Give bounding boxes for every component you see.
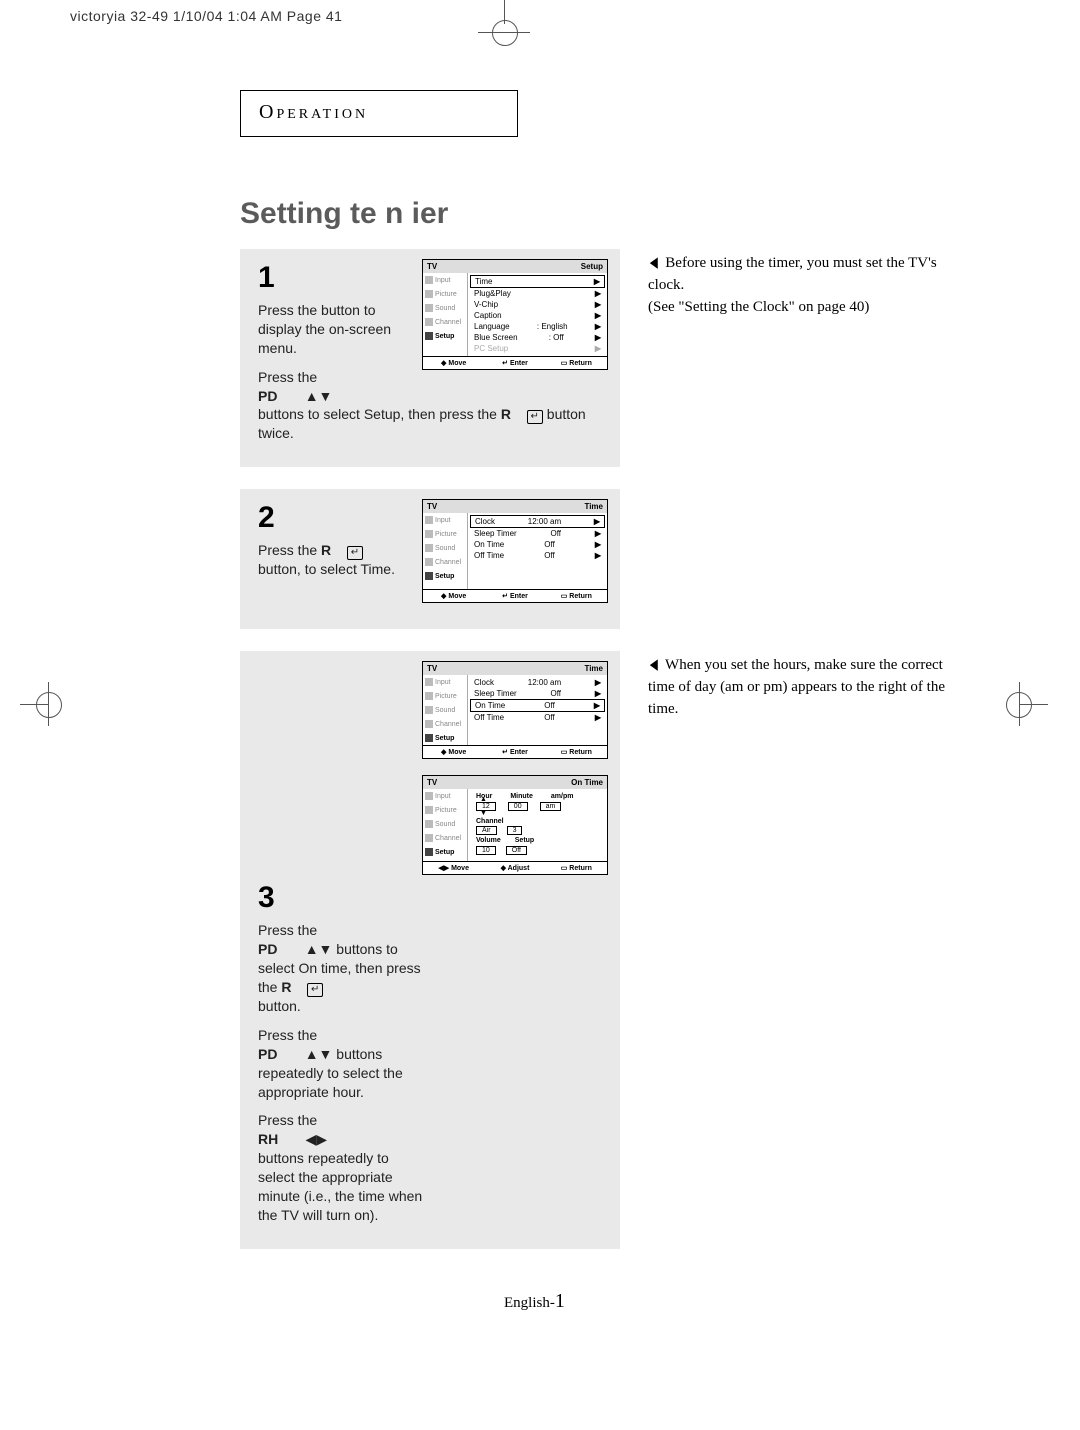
osd-ontime-detail: TV On Time Input Picture Sound Channel S… bbox=[422, 775, 608, 875]
note-caret-icon: ◀ bbox=[650, 655, 658, 677]
osd-time-menu-ontime: TV Time Input Picture Sound Channel Setu… bbox=[422, 661, 608, 759]
page-content: Operation Setting te n ier TV Setup Inpu… bbox=[80, 90, 1000, 1271]
step1-block: TV Setup Input Picture Sound Channel Set… bbox=[240, 249, 620, 467]
enter-icon: ↵ bbox=[347, 546, 363, 560]
hour-value: ▲12▼ bbox=[476, 802, 496, 811]
osd-title-left: TV bbox=[427, 262, 437, 271]
note-2: ◀ When you set the hours, make sure the … bbox=[648, 651, 968, 720]
step2-row: TV Time Input Picture Sound Channel Setu… bbox=[80, 489, 1000, 629]
osd-time-menu: TV Time Input Picture Sound Channel Setu… bbox=[422, 499, 608, 603]
note-1: ◀ Before using the timer, you must set t… bbox=[648, 249, 968, 318]
step3-block: TV Time Input Picture Sound Channel Setu… bbox=[240, 651, 620, 1248]
minute-value: 00 bbox=[508, 802, 528, 811]
page-title: Setting te n ier bbox=[240, 197, 1000, 231]
step3-text: Press the PD ▲▼ buttons to select On tim… bbox=[258, 921, 428, 1224]
ampm-value: am bbox=[540, 802, 562, 811]
enter-icon: ↵ bbox=[527, 410, 543, 424]
print-slug: victoryia 32-49 1/10/04 1:04 AM Page 41 bbox=[70, 8, 342, 24]
osd-main: Time▶ Plug&Play▶ V-Chip▶ Caption▶ Langua… bbox=[468, 273, 607, 356]
crop-mark-right bbox=[1000, 680, 1048, 728]
osd-setup-menu: TV Setup Input Picture Sound Channel Set… bbox=[422, 259, 608, 370]
note-caret-icon: ◀ bbox=[650, 253, 658, 275]
crop-mark-left bbox=[20, 680, 68, 728]
osd-sidebar: Input Picture Sound Channel Setup bbox=[423, 273, 468, 356]
step1-row: TV Setup Input Picture Sound Channel Set… bbox=[80, 249, 1000, 467]
enter-icon: ↵ bbox=[307, 983, 323, 997]
step2-block: TV Time Input Picture Sound Channel Setu… bbox=[240, 489, 620, 629]
section-heading: Operation bbox=[240, 90, 518, 137]
page-footer: English-1 bbox=[504, 1290, 565, 1313]
osd-title-right: Setup bbox=[581, 262, 603, 271]
step3-row: TV Time Input Picture Sound Channel Setu… bbox=[80, 651, 1000, 1248]
crop-mark-top bbox=[484, 0, 524, 40]
